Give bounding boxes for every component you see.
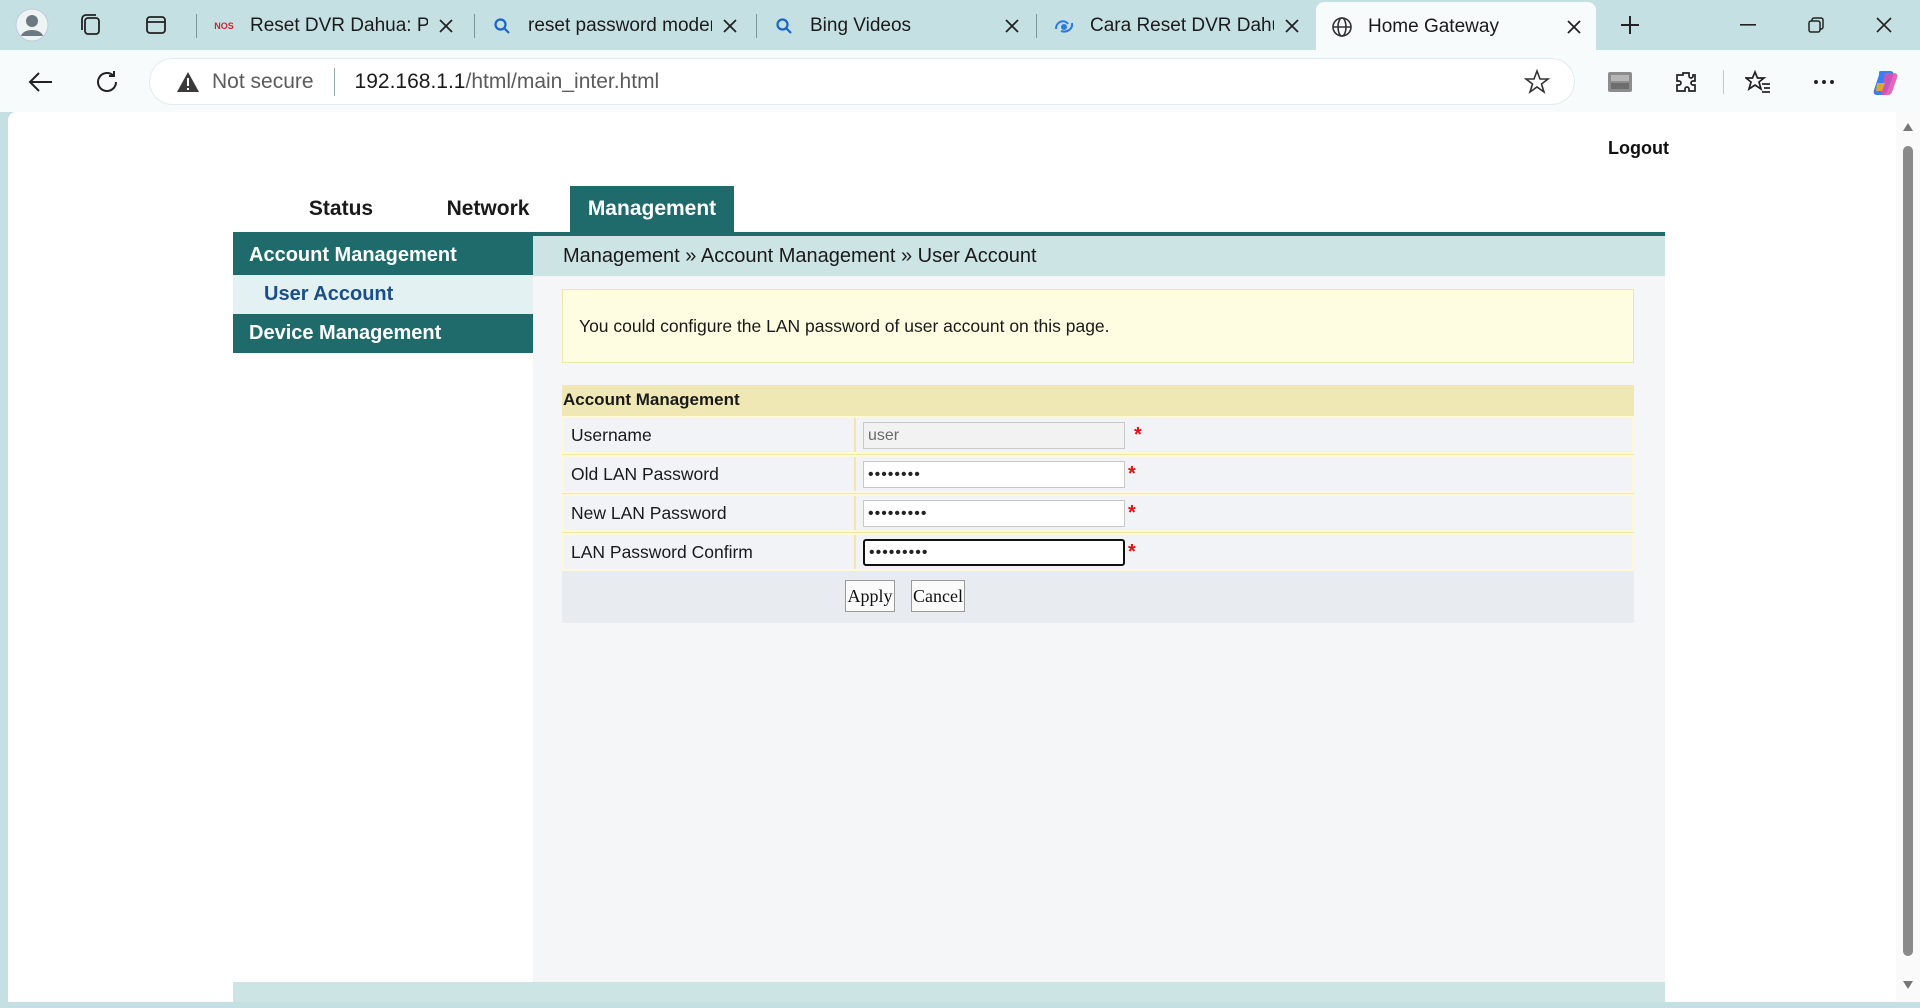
tab-separator (756, 14, 757, 38)
account-form: Account Management Username user * Old L… (562, 385, 1634, 623)
browser-tab[interactable]: Bing Videos (758, 2, 1034, 50)
workspaces-icon[interactable] (72, 5, 112, 45)
url-host: 192.168.1.1 (354, 69, 466, 93)
browser-tab[interactable]: Cara Reset DVR Dahua (1038, 2, 1314, 50)
required-mark: * (1128, 502, 1136, 524)
security-label: Not secure (212, 69, 314, 93)
profile-avatar-icon[interactable] (12, 5, 52, 45)
tab-title: Reset DVR Dahua: Pand (250, 15, 428, 36)
favorites-icon[interactable] (1738, 62, 1778, 102)
sidebar-item-user-account[interactable]: User Account (233, 275, 533, 314)
form-row-new-password: New LAN Password ••••••••• * (562, 493, 1634, 532)
sidebar-item-account-management[interactable]: Account Management (233, 236, 533, 275)
required-mark: * (1128, 463, 1136, 485)
close-tab-icon[interactable] (1556, 9, 1592, 45)
url-path: /html/main_inter.html (465, 69, 660, 93)
tab-title: reset password modem (528, 15, 712, 36)
page-viewport: Logout Status Network Management Account… (8, 112, 1896, 1002)
confirm-password-field[interactable]: ••••••••• (863, 539, 1125, 566)
search-icon (490, 14, 514, 38)
new-password-cell: ••••••••• * (856, 496, 1632, 530)
tab-title: Cara Reset DVR Dahua (1090, 15, 1274, 36)
new-password-field[interactable]: ••••••••• (863, 500, 1125, 527)
refresh-icon[interactable] (86, 61, 128, 103)
close-tab-icon[interactable] (712, 8, 748, 44)
minimize-icon[interactable] (1714, 0, 1782, 50)
address-divider (333, 67, 335, 96)
back-icon[interactable] (20, 61, 62, 103)
cancel-button[interactable]: Cancel (911, 580, 965, 612)
tab-separator (196, 14, 197, 38)
copilot-icon[interactable] (1866, 62, 1906, 102)
old-password-cell: •••••••• * (856, 457, 1632, 491)
browser-tab-active[interactable]: Home Gateway (1316, 2, 1596, 51)
scroll-thumb[interactable] (1903, 146, 1913, 956)
sidebar-item-device-management[interactable]: Device Management (233, 314, 533, 353)
new-tab-icon[interactable] (1610, 5, 1650, 45)
address-bar[interactable]: Not secure 192.168.1.1/html/main_inter.h… (150, 59, 1574, 104)
favorite-star-icon[interactable] (1522, 67, 1552, 97)
main-nav-tabs: Status Network Management (233, 186, 1665, 236)
tab-management[interactable]: Management (570, 186, 734, 232)
form-row-old-password: Old LAN Password •••••••• * (562, 454, 1634, 493)
warning-icon[interactable] (176, 69, 202, 95)
breadcrumb: Management » Account Management » User A… (533, 236, 1665, 276)
globe-icon (1330, 15, 1354, 39)
old-password-field[interactable]: •••••••• (863, 461, 1125, 488)
restore-icon[interactable] (1782, 0, 1850, 50)
scroll-up-arrow-icon[interactable] (1901, 120, 1915, 134)
confirm-password-cell: ••••••••• * (856, 535, 1632, 569)
tab-separator (1036, 14, 1037, 38)
logout-link[interactable]: Logout (1608, 138, 1669, 159)
form-row-confirm-password: LAN Password Confirm ••••••••• * (562, 532, 1634, 571)
form-button-bar: Apply Cancel (562, 571, 1634, 623)
form-title: Account Management (562, 385, 1634, 415)
tab-network[interactable]: Network (423, 186, 553, 232)
browser-tab[interactable]: reset password modem (476, 2, 752, 50)
search-icon (772, 14, 796, 38)
confirm-password-label: LAN Password Confirm (564, 535, 856, 569)
tab-actions-icon[interactable] (136, 5, 176, 45)
tab-separator (474, 14, 475, 38)
toolbar-divider (1723, 70, 1724, 94)
tab-title: Bing Videos (810, 15, 912, 36)
info-notice: You could configure the LAN password of … (562, 289, 1634, 363)
close-tab-icon[interactable] (1274, 8, 1310, 44)
sidebar: Account Management User Account Device M… (233, 236, 533, 353)
extension-thumbnail-icon[interactable] (1600, 62, 1640, 102)
browser-tab-strip: NOS Reset DVR Dahua: Pand reset password… (0, 0, 1920, 51)
close-tab-icon[interactable] (428, 8, 464, 44)
tab-title: Home Gateway (1368, 15, 1499, 37)
close-tab-icon[interactable] (994, 8, 1030, 44)
browser-tab[interactable]: NOS Reset DVR Dahua: Pand (198, 2, 468, 50)
username-label: Username (564, 418, 856, 452)
old-password-label: Old LAN Password (564, 457, 856, 491)
apply-button[interactable]: Apply (845, 580, 895, 612)
new-password-label: New LAN Password (564, 496, 856, 530)
cloud-swirl-icon (1052, 14, 1076, 38)
form-row-username: Username user * (562, 415, 1634, 454)
required-mark: * (1128, 541, 1136, 563)
tab-status[interactable]: Status (281, 186, 401, 232)
vertical-scrollbar[interactable] (1896, 112, 1920, 1002)
scroll-down-arrow-icon[interactable] (1901, 978, 1915, 992)
close-window-icon[interactable] (1850, 0, 1918, 50)
more-options-icon[interactable] (1804, 62, 1844, 102)
username-field[interactable]: user (863, 422, 1125, 449)
browser-toolbar: Not secure 192.168.1.1/html/main_inter.h… (0, 50, 1920, 112)
extensions-puzzle-icon[interactable] (1666, 62, 1706, 102)
nos-logo-icon: NOS (214, 21, 234, 31)
username-cell: user * (856, 418, 1632, 452)
page-footer-bar (233, 982, 1665, 1002)
required-mark: * (1134, 424, 1142, 446)
